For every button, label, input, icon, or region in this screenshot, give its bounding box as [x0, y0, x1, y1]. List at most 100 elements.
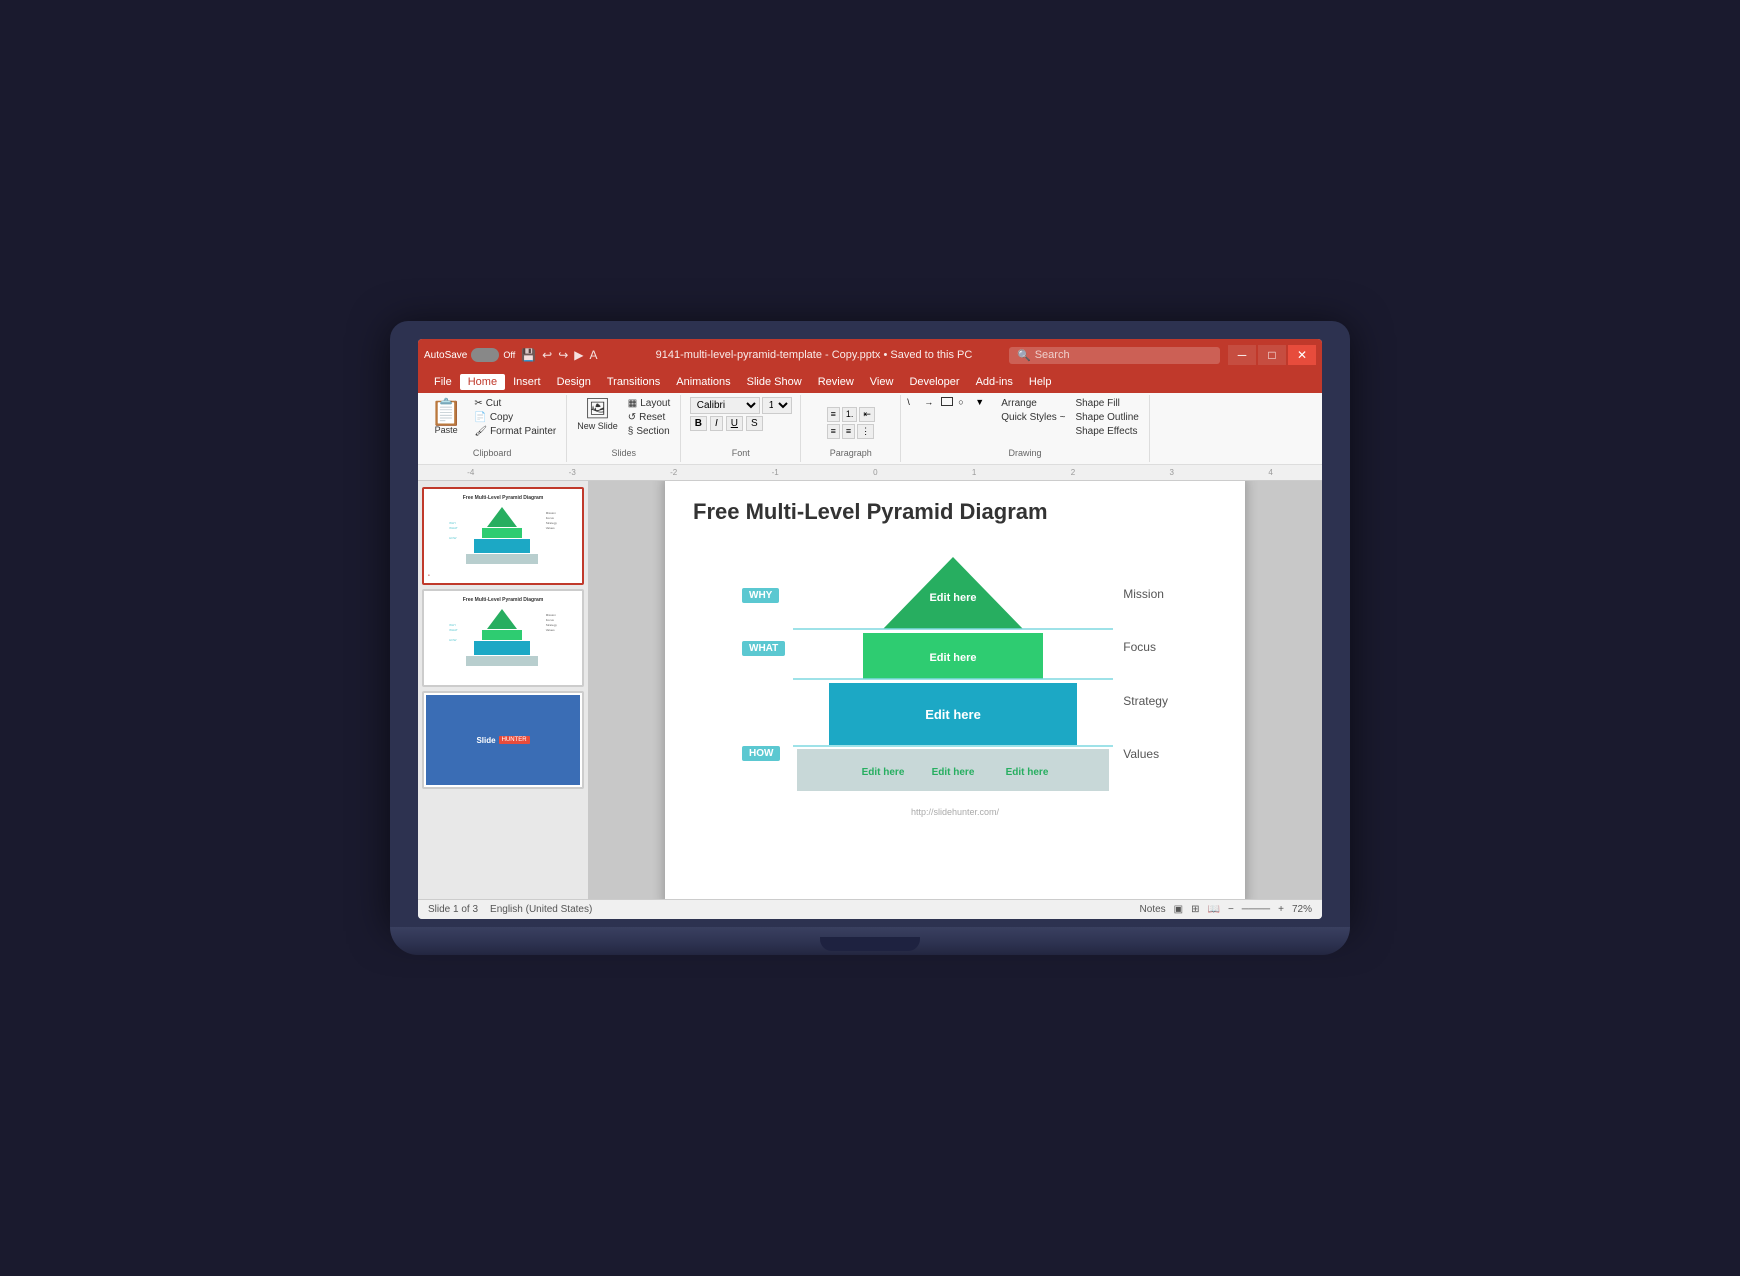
align-left-button[interactable]: ⇤ — [859, 407, 875, 422]
present-icon[interactable]: ▶ — [574, 348, 583, 362]
redo-icon[interactable]: ↪ — [558, 348, 568, 362]
arrow-tool[interactable]: → — [924, 397, 940, 407]
quick-styles-label: Quick Styles ~ — [1001, 412, 1065, 423]
new-slide-icon: 🖼 — [585, 399, 610, 419]
menu-file[interactable]: File — [426, 374, 460, 390]
menu-review[interactable]: Review — [810, 374, 862, 390]
ribbon-font: Calibri 18 B I U S — [681, 395, 801, 462]
shape-outline-button[interactable]: Shape Outline — [1071, 411, 1142, 424]
section-button[interactable]: § Section — [624, 425, 674, 438]
reset-button[interactable]: ↺ Reset — [624, 411, 674, 424]
label-focus: Focus — [1123, 640, 1168, 654]
slide-thumbnail-1[interactable]: Free Multi-Level Pyramid Diagram WHYWHAT… — [422, 487, 584, 585]
autosave-state: Off — [503, 350, 515, 360]
notes-button[interactable]: Notes — [1140, 904, 1166, 915]
autosave-label: AutoSave — [424, 350, 467, 361]
file-title: 9141-multi-level-pyramid-template - Copy… — [619, 349, 1009, 361]
slide-canvas: Free Multi-Level Pyramid Diagram WHY — [665, 481, 1245, 899]
quick-styles-button[interactable]: Quick Styles ~ — [997, 411, 1069, 424]
autosave-toggle[interactable] — [471, 348, 499, 362]
layer4-text-2[interactable]: Edit here — [932, 767, 975, 778]
reading-view-icon[interactable]: 📖 — [1208, 904, 1220, 915]
menu-home[interactable]: Home — [460, 374, 505, 390]
tag-what: WHAT — [742, 641, 785, 656]
ribbon-slides: 🖼 New Slide ▦ Layout ↺ Reset — [567, 395, 681, 462]
reset-icon: ↺ — [628, 412, 636, 423]
laptop-notch — [820, 937, 920, 951]
line-tool[interactable]: \ — [907, 397, 923, 407]
font-family-select[interactable]: Calibri — [690, 397, 760, 414]
shape-fill-button[interactable]: Shape Fill — [1071, 397, 1142, 410]
menu-slideshow[interactable]: Slide Show — [739, 374, 810, 390]
rectangle-tool[interactable] — [941, 397, 953, 406]
arrange-label: Arrange — [1001, 398, 1037, 409]
zoom-in-icon[interactable]: + — [1278, 904, 1284, 915]
align-center-button[interactable]: ≡ — [827, 424, 840, 439]
columns-button[interactable]: ⋮ — [857, 424, 874, 439]
slide-thumbnail-3[interactable]: Slide HUNTER — [422, 691, 584, 789]
normal-view-icon[interactable]: ▣ — [1174, 904, 1183, 915]
save-icon[interactable]: 💾 — [521, 348, 536, 362]
format-painter-button[interactable]: 🖌 Format Painter — [470, 425, 560, 438]
paste-icon: 📋 — [430, 399, 462, 425]
menu-design[interactable]: Design — [549, 374, 599, 390]
bullets-button[interactable]: ≡ — [827, 407, 840, 422]
font-size-select[interactable]: 18 — [762, 397, 792, 414]
copy-label: Copy — [490, 412, 513, 423]
section-label: Section — [636, 426, 669, 437]
layer1-text[interactable]: Edit here — [930, 592, 977, 604]
menu-help[interactable]: Help — [1021, 374, 1060, 390]
menu-insert[interactable]: Insert — [505, 374, 549, 390]
slide-title[interactable]: Free Multi-Level Pyramid Diagram — [693, 499, 1217, 525]
cut-button[interactable]: ✂ Cut — [470, 397, 560, 410]
align-right-button[interactable]: ≡ — [842, 424, 855, 439]
layout-button[interactable]: ▦ Layout — [624, 397, 674, 410]
minimize-button[interactable]: ─ — [1228, 345, 1256, 365]
thumb-pyramid-svg — [462, 505, 542, 570]
section-icon: § — [628, 426, 634, 437]
new-slide-button[interactable]: 🖼 New Slide — [573, 397, 622, 433]
tag-how-wrapper: HOW — [742, 747, 785, 769]
layout-label: Layout — [640, 398, 670, 409]
arrange-button[interactable]: Arrange — [997, 397, 1069, 410]
maximize-button[interactable]: □ — [1258, 345, 1286, 365]
layer2-text[interactable]: Edit here — [930, 652, 977, 664]
format-icon[interactable]: A — [590, 348, 598, 362]
shape-effects-button[interactable]: Shape Effects — [1071, 425, 1142, 438]
menu-view[interactable]: View — [862, 374, 902, 390]
menu-animations[interactable]: Animations — [668, 374, 738, 390]
layer4-text-1[interactable]: Edit here — [862, 767, 905, 778]
slides-panel: 1 Free Multi-Level Pyramid Diagram WHYWH… — [418, 481, 588, 899]
slide-thumbnail-2[interactable]: Free Multi-Level Pyramid Diagram WHYWHAT… — [422, 589, 584, 687]
layer3-text[interactable]: Edit here — [925, 707, 981, 722]
font-group-label: Font — [732, 448, 750, 460]
numbering-button[interactable]: 1. — [842, 407, 858, 422]
italic-button[interactable]: I — [710, 416, 723, 431]
bold-button[interactable]: B — [690, 416, 707, 431]
slide-sorter-icon[interactable]: ⊞ — [1191, 904, 1199, 915]
ribbon-clipboard: 📋 Paste ✂ Cut 📄 Copy — [418, 395, 567, 462]
copy-button[interactable]: 📄 Copy — [470, 411, 560, 424]
oval-tool[interactable]: ○ — [958, 397, 974, 407]
right-labels: Mission Focus Strategy Values — [1123, 559, 1168, 789]
toolbar-icons: 💾 ↩ ↪ ▶ A — [521, 348, 597, 362]
more-shapes[interactable]: ▼ — [975, 397, 991, 407]
paste-button[interactable]: 📋 Paste — [424, 397, 468, 437]
language-info: English (United States) — [490, 904, 592, 915]
menu-addins[interactable]: Add-ins — [968, 374, 1021, 390]
thumb-1-logo: ● — [428, 567, 430, 579]
undo-icon[interactable]: ↩ — [542, 348, 552, 362]
underline-button[interactable]: U — [726, 416, 743, 431]
close-button[interactable]: ✕ — [1288, 345, 1316, 365]
menu-developer[interactable]: Developer — [901, 374, 967, 390]
cut-icon: ✂ — [474, 398, 482, 409]
search-input[interactable] — [1035, 349, 1212, 361]
strikethrough-button[interactable]: S — [746, 416, 763, 431]
layer4-text-3[interactable]: Edit here — [1006, 767, 1049, 778]
zoom-out-icon[interactable]: − — [1228, 904, 1234, 915]
menu-transitions[interactable]: Transitions — [599, 374, 668, 390]
search-bar[interactable]: 🔍 — [1009, 347, 1220, 364]
ribbon: 📋 Paste ✂ Cut 📄 Copy — [418, 393, 1322, 465]
drawing-group-label: Drawing — [1009, 448, 1042, 460]
zoom-slider[interactable]: ──── — [1242, 904, 1270, 915]
